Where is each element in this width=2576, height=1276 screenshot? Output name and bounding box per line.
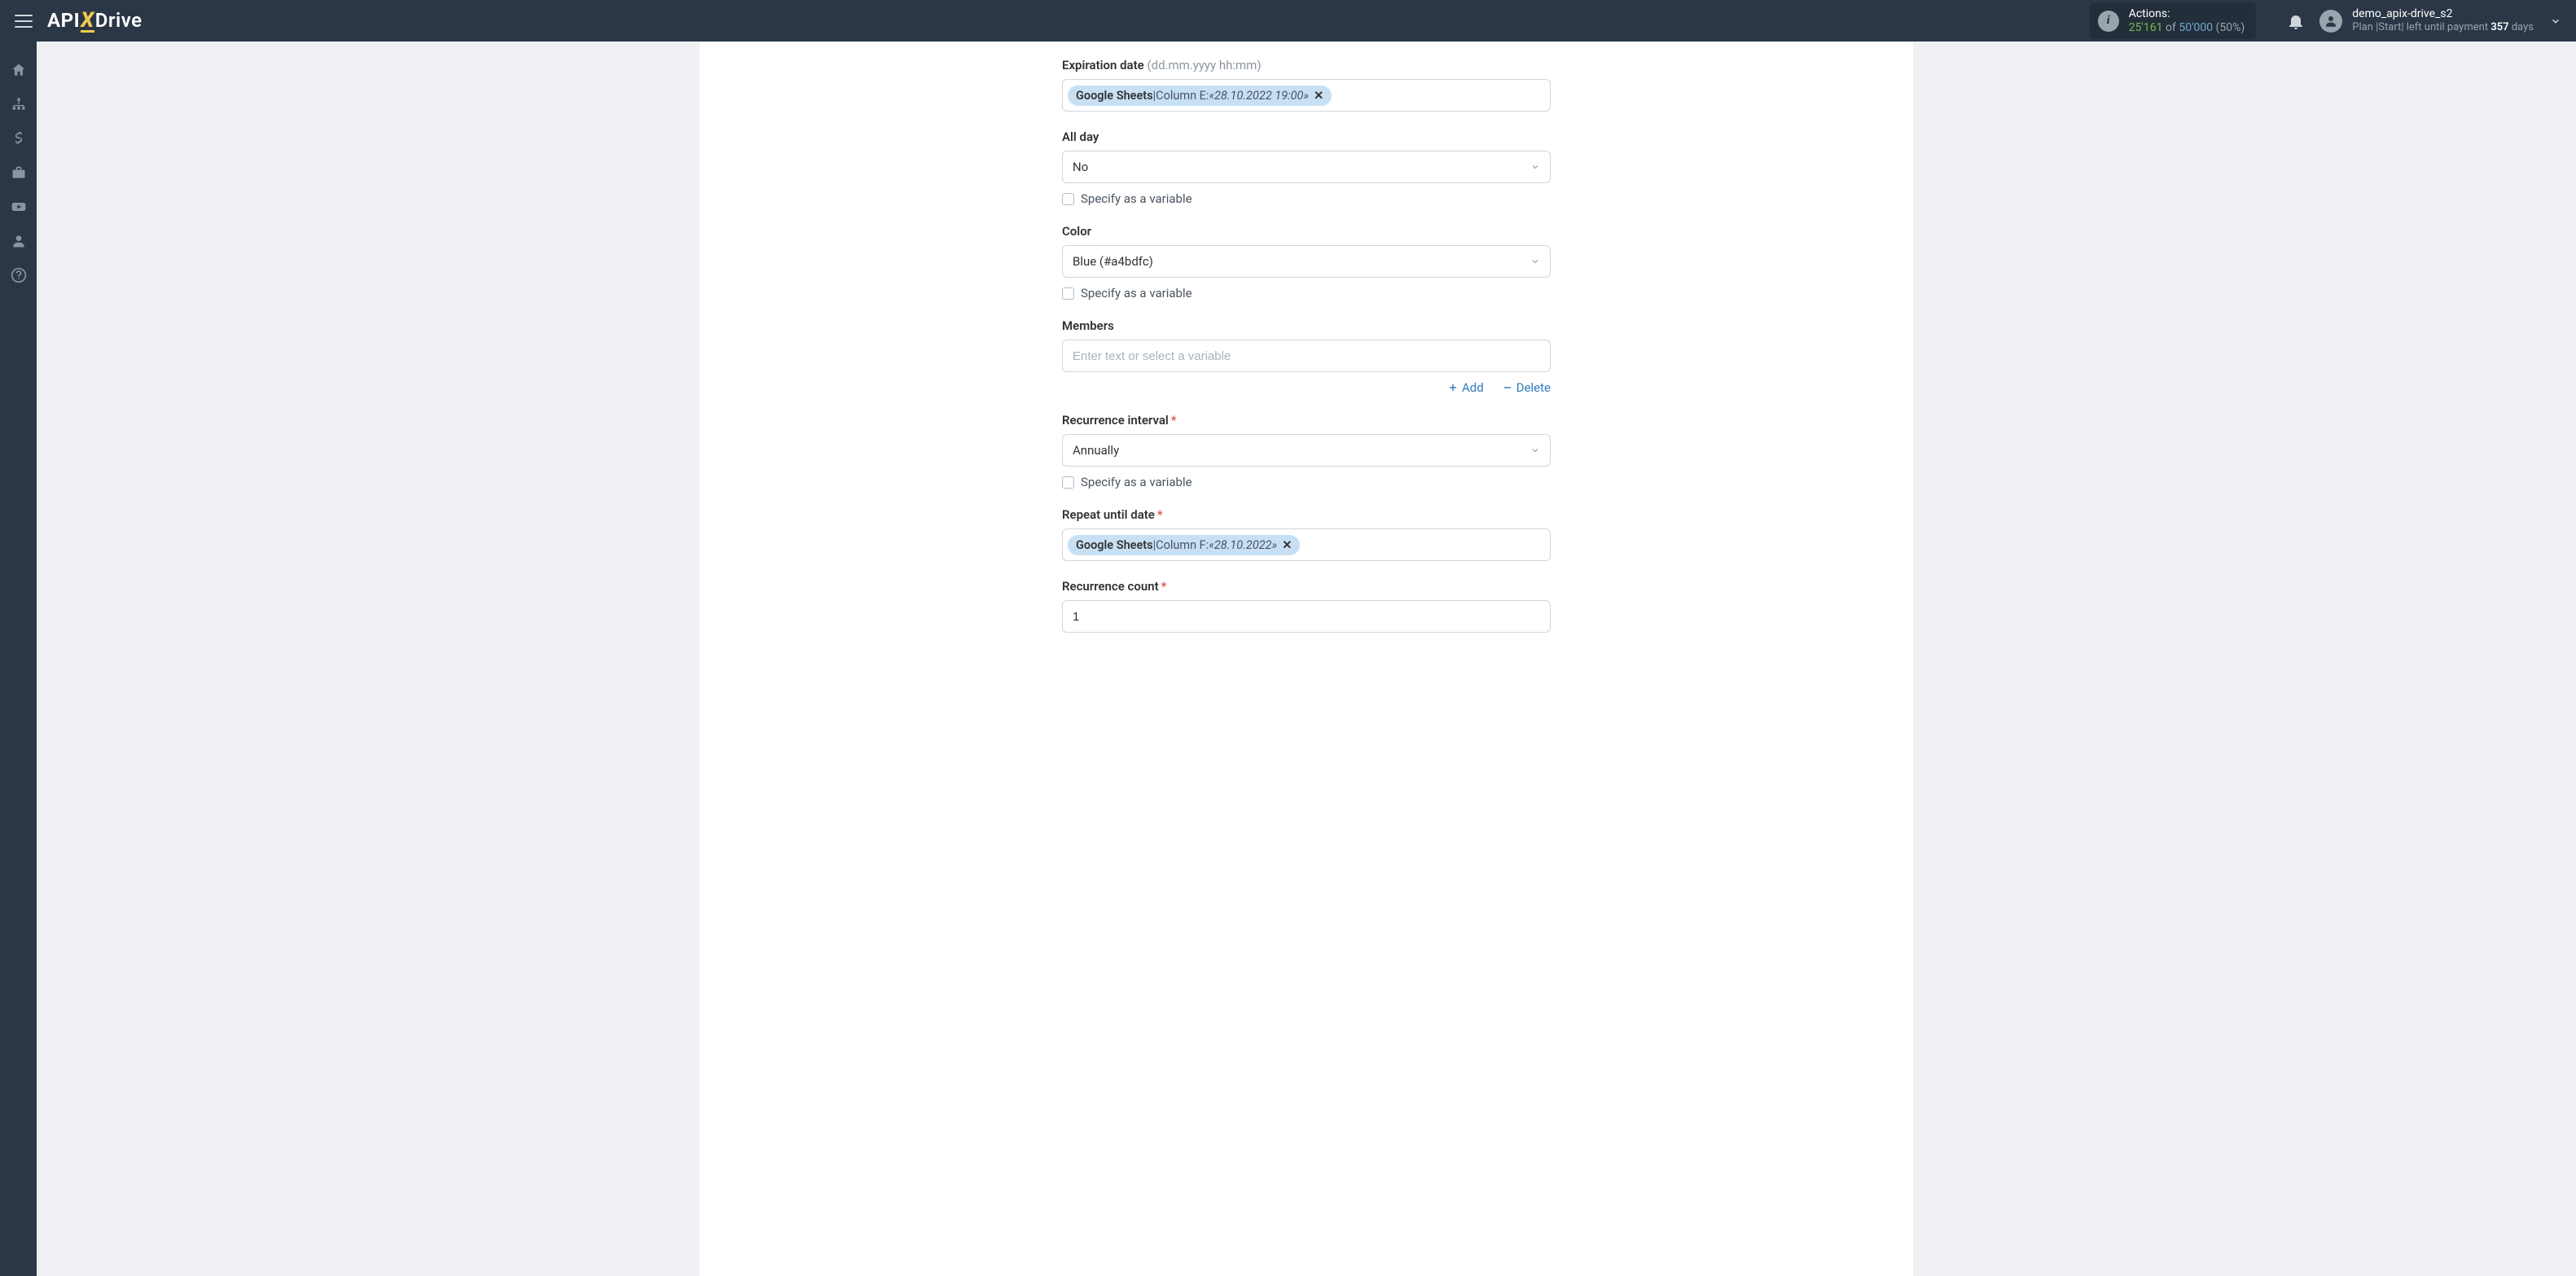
- sidebar-billing-icon[interactable]: [0, 121, 37, 156]
- repeat-until-input[interactable]: Google Sheets | Column F: «28.10.2022» ✕: [1062, 528, 1551, 561]
- actions-label: Actions:: [2129, 7, 2245, 21]
- recurrence-specify-variable[interactable]: Specify as a variable: [1062, 475, 1551, 489]
- members-input[interactable]: [1062, 340, 1551, 372]
- all-day-select[interactable]: No: [1062, 151, 1551, 183]
- user-avatar-icon[interactable]: [2319, 10, 2342, 33]
- field-recurrence-interval: Recurrence interval* Annually Specify as…: [1062, 413, 1551, 489]
- minus-icon: [1502, 382, 1513, 393]
- remove-token-icon[interactable]: ✕: [1282, 538, 1292, 552]
- sidebar-connections-icon[interactable]: [0, 87, 37, 121]
- sidebar-help-icon[interactable]: [0, 258, 37, 292]
- sidebar-profile-icon[interactable]: [0, 224, 37, 258]
- members-delete-button[interactable]: Delete: [1502, 380, 1551, 395]
- field-expiration-date: Expiration date (dd.mm.yyyy hh:mm) Googl…: [1062, 58, 1551, 112]
- logo-x: X: [81, 11, 94, 33]
- remove-token-icon[interactable]: ✕: [1314, 89, 1323, 103]
- user-info[interactable]: demo_apix-drive_s2 Plan |Start| left unt…: [2352, 7, 2534, 33]
- members-add-button[interactable]: Add: [1447, 380, 1484, 395]
- field-all-day: All day No Specify as a variable: [1062, 129, 1551, 206]
- chevron-down-icon: [1530, 162, 1540, 172]
- recurrence-count-input[interactable]: [1062, 600, 1551, 633]
- expiration-token[interactable]: Google Sheets | Column E: «28.10.2022 19…: [1068, 86, 1332, 106]
- info-icon: i: [2098, 11, 2119, 32]
- recurrence-interval-select[interactable]: Annually: [1062, 434, 1551, 467]
- required-icon: *: [1157, 507, 1163, 522]
- logo-api: API: [47, 9, 80, 32]
- days-left: 357: [2490, 21, 2508, 33]
- chevron-down-icon: [1530, 257, 1540, 266]
- expiration-date-input[interactable]: Google Sheets | Column E: «28.10.2022 19…: [1062, 79, 1551, 112]
- user-name: demo_apix-drive_s2: [2352, 7, 2534, 21]
- required-icon: *: [1161, 579, 1167, 594]
- chevron-down-icon: [1530, 445, 1540, 455]
- sidebar-home-icon[interactable]: [0, 53, 37, 87]
- form-card: Expiration date (dd.mm.yyyy hh:mm) Googl…: [700, 42, 1913, 1276]
- plus-icon: [1447, 382, 1459, 393]
- color-select[interactable]: Blue (#a4bdfc): [1062, 245, 1551, 278]
- recurrence-specify-checkbox[interactable]: [1062, 476, 1074, 489]
- color-specify-checkbox[interactable]: [1062, 287, 1074, 300]
- notifications-icon[interactable]: [2289, 13, 2303, 29]
- allday-specify-checkbox[interactable]: [1062, 193, 1074, 205]
- field-color: Color Blue (#a4bdfc) Specify as a variab…: [1062, 224, 1551, 300]
- sidebar-briefcase-icon[interactable]: [0, 156, 37, 190]
- repeat-until-token[interactable]: Google Sheets | Column F: «28.10.2022» ✕: [1068, 535, 1300, 555]
- required-icon: *: [1171, 413, 1177, 428]
- actions-total: 50'000: [2179, 21, 2213, 34]
- field-members: Members Add Delete: [1062, 318, 1551, 395]
- sidebar-video-icon[interactable]: [0, 190, 37, 224]
- allday-specify-variable[interactable]: Specify as a variable: [1062, 191, 1551, 206]
- actions-used: 25'161: [2129, 21, 2163, 34]
- sidebar: [0, 42, 37, 1276]
- field-repeat-until: Repeat until date* Google Sheets | Colum…: [1062, 507, 1551, 561]
- user-menu-chevron-icon[interactable]: [2550, 15, 2561, 27]
- actions-pct: (50%): [2216, 21, 2245, 34]
- actions-counter[interactable]: i Actions: 25'161 of 50'000 (50%): [2090, 2, 2257, 40]
- field-recurrence-count: Recurrence count*: [1062, 579, 1551, 633]
- menu-toggle[interactable]: [15, 15, 33, 28]
- color-specify-variable[interactable]: Specify as a variable: [1062, 286, 1551, 300]
- logo[interactable]: APIXDrive: [47, 9, 142, 33]
- logo-drive: Drive: [95, 9, 143, 32]
- topbar: APIXDrive i Actions: 25'161 of 50'000 (5…: [0, 0, 2576, 42]
